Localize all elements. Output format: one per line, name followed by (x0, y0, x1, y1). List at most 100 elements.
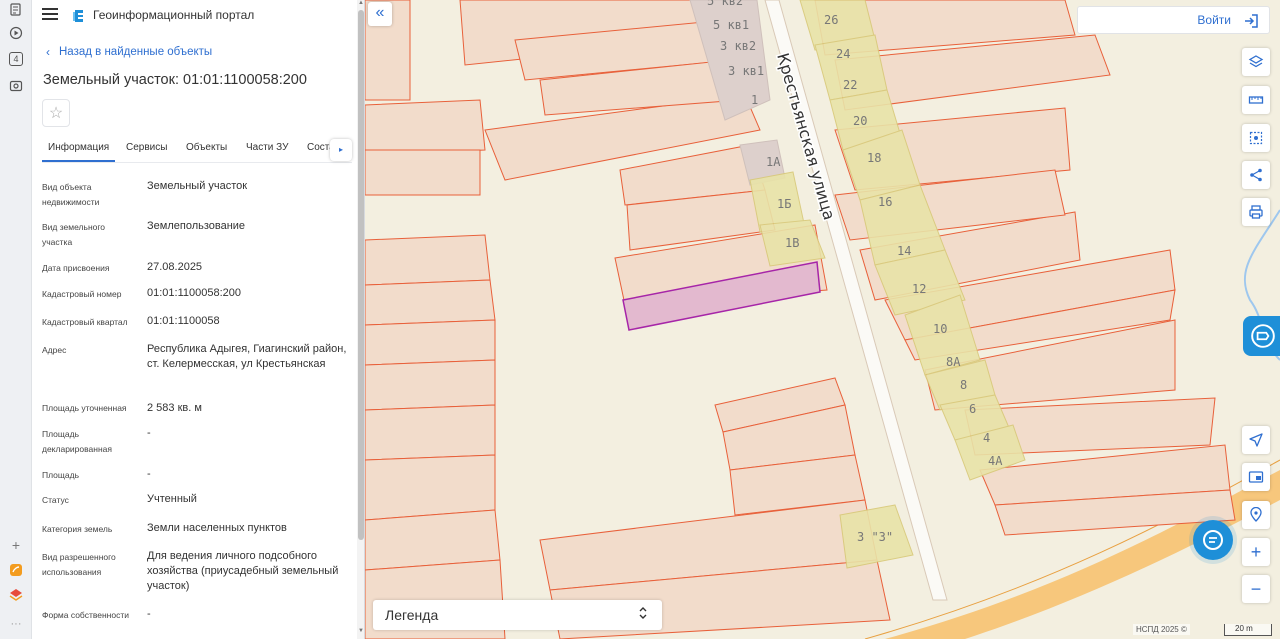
copyright-label: НСПД 2025 © (1133, 624, 1190, 635)
favorite-button[interactable]: ☆ (42, 99, 70, 127)
house-number: 3 "3" (857, 530, 893, 544)
scale-label: 20 m (1235, 624, 1253, 633)
field-value: 27.08.2025 (147, 261, 203, 273)
house-number: 20 (853, 114, 867, 128)
house-number: 18 (867, 151, 881, 165)
parcel (365, 404, 496, 461)
legal-doc-icon (1251, 324, 1275, 348)
field-value: Для ведения личного подсобного хозяйства… (147, 550, 339, 592)
house-number: 5 кв1 (713, 18, 749, 32)
legend-dropdown[interactable]: Легенда (373, 600, 662, 630)
panel-scrollbar[interactable]: ▲ ▼ (357, 0, 364, 639)
field-value: Республика Адыгея, Гиагинский район, ст.… (147, 343, 347, 370)
login-label: Войти (1197, 13, 1231, 27)
back-link[interactable]: ‹ Назад в найденные объекты (46, 45, 212, 59)
print-icon (1249, 205, 1263, 219)
field-label: Кадастровый номер (42, 289, 122, 299)
parcel (365, 454, 496, 521)
house-number: 24 (836, 47, 850, 61)
house-number: 1Б (777, 197, 791, 211)
sort-chevrons-icon (638, 605, 648, 623)
panel-header: Геоинформационный портал (32, 0, 352, 32)
page-title: Земельный участок: 01:01:1100058:200 (43, 72, 307, 88)
legend-label: Легенда (385, 607, 439, 623)
app-icon-orange[interactable] (9, 563, 23, 577)
double-chevron-left-icon: « (375, 4, 385, 21)
field-value: - (147, 427, 151, 439)
field-label: Площадь (42, 470, 80, 480)
geo-pin-button[interactable] (1242, 501, 1270, 529)
play-circle-icon[interactable] (9, 26, 23, 40)
collapse-panel-button[interactable]: « (368, 2, 392, 26)
add-icon[interactable]: + (9, 538, 23, 552)
house-number: 1В (785, 236, 799, 250)
tab-services[interactable]: Сервисы (126, 138, 167, 162)
chat-button[interactable] (1193, 520, 1233, 560)
side-widget-button[interactable] (1243, 316, 1280, 356)
login-button[interactable]: Войти (1077, 6, 1270, 34)
app-icon-red[interactable] (9, 588, 23, 602)
portal-title: Геоинформационный портал (93, 8, 255, 22)
field-label: Дата присвоения (42, 263, 110, 273)
badge-number-icon[interactable]: 4 (9, 52, 23, 66)
scroll-thumb[interactable] (358, 10, 364, 540)
documents-icon[interactable] (9, 3, 23, 17)
house-number: 16 (878, 195, 892, 209)
house-number: 8 (960, 378, 967, 392)
tab-objects[interactable]: Объекты (186, 138, 227, 162)
field-label: Статус (42, 495, 69, 505)
layers-button[interactable] (1242, 48, 1270, 76)
chat-icon (1203, 530, 1223, 550)
house-number: 14 (897, 244, 911, 258)
select-area-button[interactable] (1242, 124, 1270, 152)
zoom-in-button[interactable]: + (1242, 538, 1270, 566)
field-value: - (147, 468, 151, 480)
tab-land-parts[interactable]: Части ЗУ (246, 138, 288, 162)
menu-icon[interactable] (42, 8, 58, 22)
back-link-label: Назад в найденные объекты (59, 46, 213, 58)
minimap-icon (1248, 471, 1264, 483)
field-value: 01:01:1100058 (147, 315, 220, 327)
scroll-up-icon[interactable]: ▲ (357, 0, 364, 8)
field-value: Земли населенных пунктов (147, 522, 287, 534)
tab-bar: Информация Сервисы Объекты Части ЗУ Сост… (42, 138, 352, 163)
field-label: Категория земель (42, 524, 113, 534)
ruler-button[interactable] (1242, 86, 1270, 114)
plus-icon: + (1250, 542, 1262, 562)
zoom-out-button[interactable]: − (1242, 575, 1270, 603)
locate-button[interactable] (1242, 426, 1270, 454)
field-label: Вид объекта недвижимости (42, 182, 100, 207)
field-label: Вид земельного участка (42, 222, 106, 247)
status-value: Учтенный (147, 493, 197, 505)
house-number: 5 кв2 (707, 0, 743, 8)
scale-bar: 20 m (1224, 624, 1272, 636)
chevron-left-icon: ‹ (46, 45, 50, 59)
parcel (365, 359, 496, 411)
more-icon[interactable]: ··· (9, 617, 23, 631)
house-number: 4 (983, 431, 990, 445)
minus-icon: − (1250, 579, 1262, 599)
left-rail: 4 + ··· (0, 0, 32, 639)
field-label: Кадастровый квартал (42, 317, 128, 327)
parcel (365, 234, 491, 286)
map-view[interactable]: Крестьянская улица 5 кв2 5 кв1 3 кв2 3 к… (365, 0, 1280, 639)
geo-pin-icon (1250, 507, 1262, 522)
minimap-button[interactable] (1242, 463, 1270, 491)
scroll-down-icon[interactable]: ▼ (357, 628, 364, 636)
field-label: Площадь декларированная (42, 429, 112, 454)
layers-icon (1248, 55, 1264, 68)
print-button[interactable] (1242, 198, 1270, 226)
field-value: 01:01:1100058:200 (147, 287, 241, 299)
share-icon (1250, 168, 1262, 182)
cadastral-map[interactable]: Крестьянская улица 5 кв2 5 кв1 3 кв2 3 к… (365, 0, 1280, 639)
house-number: 8А (946, 355, 961, 369)
field-label: Площадь уточненная (42, 403, 127, 413)
share-button[interactable] (1242, 161, 1270, 189)
field-value: 2 583 кв. м (147, 402, 202, 414)
screenshot-icon[interactable] (9, 79, 23, 93)
star-icon: ☆ (48, 105, 64, 122)
tab-scroll-right-button[interactable]: ▸ (330, 139, 352, 161)
select-area-icon (1249, 131, 1263, 145)
tab-information[interactable]: Информация (42, 138, 116, 162)
parcel (365, 149, 481, 196)
